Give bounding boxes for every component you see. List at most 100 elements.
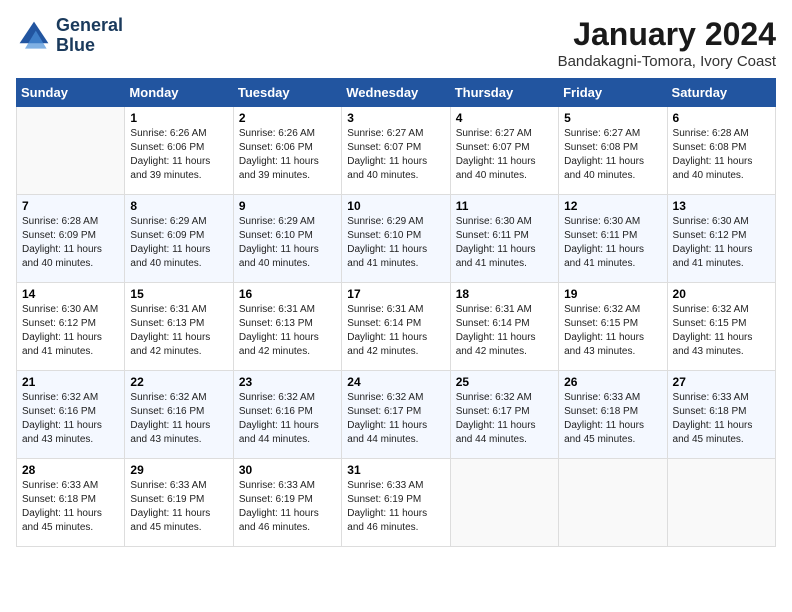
day-cell: 25 Sunrise: 6:32 AM Sunset: 6:17 PM Dayli…: [450, 371, 558, 459]
day-cell: 31 Sunrise: 6:33 AM Sunset: 6:19 PM Dayli…: [342, 459, 450, 547]
day-cell: 19 Sunrise: 6:32 AM Sunset: 6:15 PM Dayli…: [559, 283, 667, 371]
week-row-2: 7 Sunrise: 6:28 AM Sunset: 6:09 PM Daylig…: [17, 195, 776, 283]
day-cell: 22Sunrise: 6:32 AM Sunset: 6:16 PM Dayli…: [125, 371, 233, 459]
page-header: General Blue January 2024 Bandakagni-Tom…: [16, 16, 776, 70]
day-info: Sunrise: 6:26 AM Sunset: 6:06 PM Dayligh…: [239, 127, 336, 183]
day-cell: 16 Sunrise: 6:31 AM Sunset: 6:13 PM Dayli…: [233, 283, 341, 371]
day-number: 25: [456, 375, 553, 389]
day-info: Sunrise: 6:32 AM Sunset: 6:17 PM Dayligh…: [456, 391, 553, 447]
day-number: 9: [239, 199, 336, 213]
day-info: Sunrise: 6:27 AM Sunset: 6:07 PM Dayligh…: [347, 127, 444, 183]
day-number: 20: [673, 287, 770, 301]
day-cell: 27Sunrise: 6:33 AM Sunset: 6:18 PM Dayli…: [667, 371, 775, 459]
day-info: Sunrise: 6:28 AM Sunset: 6:09 PM Dayligh…: [22, 215, 119, 271]
day-info: Sunrise: 6:31 AM Sunset: 6:13 PM Dayligh…: [130, 303, 227, 359]
day-info: Sunrise: 6:31 AM Sunset: 6:13 PM Dayligh…: [239, 303, 336, 359]
day-number: 11: [456, 199, 553, 213]
day-info: Sunrise: 6:32 AM Sunset: 6:16 PM Dayligh…: [239, 391, 336, 447]
day-info: Sunrise: 6:32 AM Sunset: 6:17 PM Dayligh…: [347, 391, 444, 447]
day-info: Sunrise: 6:28 AM Sunset: 6:08 PM Dayligh…: [673, 127, 770, 183]
day-cell: 24Sunrise: 6:32 AM Sunset: 6:17 PM Dayli…: [342, 371, 450, 459]
day-cell: 11 Sunrise: 6:30 AM Sunset: 6:11 PM Dayli…: [450, 195, 558, 283]
day-number: 15: [130, 287, 227, 301]
day-number: 12: [564, 199, 661, 213]
day-cell: 23 Sunrise: 6:32 AM Sunset: 6:16 PM Dayli…: [233, 371, 341, 459]
day-cell: 3 Sunrise: 6:27 AM Sunset: 6:07 PM Daylig…: [342, 107, 450, 195]
day-number: 4: [456, 111, 553, 125]
day-number: 18: [456, 287, 553, 301]
day-cell: 29 Sunrise: 6:33 AM Sunset: 6:19 PM Dayli…: [125, 459, 233, 547]
day-number: 6: [673, 111, 770, 125]
day-number: 30: [239, 463, 336, 477]
day-number: 17: [347, 287, 444, 301]
day-info: Sunrise: 6:30 AM Sunset: 6:11 PM Dayligh…: [456, 215, 553, 271]
day-cell: 20 Sunrise: 6:32 AM Sunset: 6:15 PM Dayli…: [667, 283, 775, 371]
day-number: 29: [130, 463, 227, 477]
day-info: Sunrise: 6:33 AM Sunset: 6:18 PM Dayligh…: [22, 479, 119, 535]
day-info: Sunrise: 6:33 AM Sunset: 6:18 PM Dayligh…: [564, 391, 661, 447]
day-cell: 18 Sunrise: 6:31 AM Sunset: 6:14 PM Dayli…: [450, 283, 558, 371]
day-number: 3: [347, 111, 444, 125]
day-number: 7: [22, 199, 119, 213]
day-cell: 1Sunrise: 6:26 AM Sunset: 6:06 PM Daylig…: [125, 107, 233, 195]
day-cell: [17, 107, 125, 195]
day-cell: 5Sunrise: 6:27 AM Sunset: 6:08 PM Daylig…: [559, 107, 667, 195]
day-cell: 28 Sunrise: 6:33 AM Sunset: 6:18 PM Dayli…: [17, 459, 125, 547]
day-number: 26: [564, 375, 661, 389]
day-info: Sunrise: 6:30 AM Sunset: 6:12 PM Dayligh…: [673, 215, 770, 271]
calendar-table: SundayMondayTuesdayWednesdayThursdayFrid…: [16, 78, 776, 547]
week-row-1: 1Sunrise: 6:26 AM Sunset: 6:06 PM Daylig…: [17, 107, 776, 195]
day-info: Sunrise: 6:27 AM Sunset: 6:07 PM Dayligh…: [456, 127, 553, 183]
day-number: 27: [673, 375, 770, 389]
day-info: Sunrise: 6:33 AM Sunset: 6:19 PM Dayligh…: [239, 479, 336, 535]
day-number: 5: [564, 111, 661, 125]
day-cell: [667, 459, 775, 547]
day-cell: [450, 459, 558, 547]
day-info: Sunrise: 6:29 AM Sunset: 6:10 PM Dayligh…: [239, 215, 336, 271]
day-info: Sunrise: 6:31 AM Sunset: 6:14 PM Dayligh…: [456, 303, 553, 359]
day-number: 23: [239, 375, 336, 389]
day-info: Sunrise: 6:33 AM Sunset: 6:19 PM Dayligh…: [347, 479, 444, 535]
calendar-title: January 2024: [558, 16, 776, 53]
day-info: Sunrise: 6:29 AM Sunset: 6:10 PM Dayligh…: [347, 215, 444, 271]
day-cell: 21 Sunrise: 6:32 AM Sunset: 6:16 PM Dayli…: [17, 371, 125, 459]
day-cell: 26 Sunrise: 6:33 AM Sunset: 6:18 PM Dayli…: [559, 371, 667, 459]
week-row-4: 21 Sunrise: 6:32 AM Sunset: 6:16 PM Dayli…: [17, 371, 776, 459]
day-cell: 17 Sunrise: 6:31 AM Sunset: 6:14 PM Dayli…: [342, 283, 450, 371]
day-info: Sunrise: 6:30 AM Sunset: 6:12 PM Dayligh…: [22, 303, 119, 359]
day-cell: 15 Sunrise: 6:31 AM Sunset: 6:13 PM Dayli…: [125, 283, 233, 371]
logo-icon: [16, 18, 52, 54]
title-block: January 2024 Bandakagni-Tomora, Ivory Co…: [558, 16, 776, 70]
day-number: 13: [673, 199, 770, 213]
column-header-sunday: Sunday: [17, 79, 125, 107]
day-number: 19: [564, 287, 661, 301]
day-info: Sunrise: 6:31 AM Sunset: 6:14 PM Dayligh…: [347, 303, 444, 359]
day-number: 16: [239, 287, 336, 301]
day-info: Sunrise: 6:33 AM Sunset: 6:19 PM Dayligh…: [130, 479, 227, 535]
day-number: 8: [130, 199, 227, 213]
column-header-saturday: Saturday: [667, 79, 775, 107]
week-row-5: 28 Sunrise: 6:33 AM Sunset: 6:18 PM Dayli…: [17, 459, 776, 547]
day-info: Sunrise: 6:32 AM Sunset: 6:16 PM Dayligh…: [22, 391, 119, 447]
day-info: Sunrise: 6:32 AM Sunset: 6:15 PM Dayligh…: [673, 303, 770, 359]
day-number: 2: [239, 111, 336, 125]
day-cell: 30 Sunrise: 6:33 AM Sunset: 6:19 PM Dayli…: [233, 459, 341, 547]
column-header-friday: Friday: [559, 79, 667, 107]
day-cell: 12Sunrise: 6:30 AM Sunset: 6:11 PM Dayli…: [559, 195, 667, 283]
day-info: Sunrise: 6:29 AM Sunset: 6:09 PM Dayligh…: [130, 215, 227, 271]
day-info: Sunrise: 6:32 AM Sunset: 6:15 PM Dayligh…: [564, 303, 661, 359]
day-cell: [559, 459, 667, 547]
day-cell: 2 Sunrise: 6:26 AM Sunset: 6:06 PM Daylig…: [233, 107, 341, 195]
logo: General Blue: [16, 16, 123, 56]
logo-text: General Blue: [56, 16, 123, 56]
day-cell: 13 Sunrise: 6:30 AM Sunset: 6:12 PM Dayli…: [667, 195, 775, 283]
column-header-thursday: Thursday: [450, 79, 558, 107]
column-header-monday: Monday: [125, 79, 233, 107]
day-cell: 6 Sunrise: 6:28 AM Sunset: 6:08 PM Daylig…: [667, 107, 775, 195]
day-cell: 14 Sunrise: 6:30 AM Sunset: 6:12 PM Dayli…: [17, 283, 125, 371]
day-number: 14: [22, 287, 119, 301]
day-number: 31: [347, 463, 444, 477]
day-cell: 10Sunrise: 6:29 AM Sunset: 6:10 PM Dayli…: [342, 195, 450, 283]
day-number: 28: [22, 463, 119, 477]
day-number: 21: [22, 375, 119, 389]
